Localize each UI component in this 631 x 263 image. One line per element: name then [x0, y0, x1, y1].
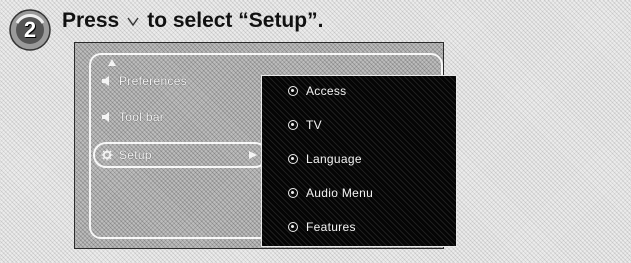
menu-item-preferences[interactable]: Preferences	[101, 70, 187, 92]
submenu-item-tv[interactable]: TV	[288, 114, 322, 136]
submenu-item-label: Audio Menu	[306, 186, 374, 200]
sound-icon	[102, 76, 109, 86]
submenu-item-access[interactable]: Access	[288, 80, 346, 102]
submenu-item-label: TV	[306, 118, 322, 132]
step-number-badge: 2	[8, 8, 52, 52]
bullet-icon	[288, 188, 298, 198]
instruction-prefix: Press	[62, 9, 120, 32]
submenu-item-label: Features	[306, 220, 356, 234]
bullet-icon	[288, 120, 298, 130]
setup-submenu-panel: Access TV Language Audio Menu Features	[261, 75, 457, 247]
submenu-item-features[interactable]: Features	[288, 216, 356, 238]
submenu-item-audio-menu[interactable]: Audio Menu	[288, 182, 373, 204]
bullet-icon	[288, 154, 298, 164]
menu-item-setup[interactable]: Setup	[101, 144, 152, 166]
menu-item-tool-bar[interactable]: Tool bar	[101, 106, 164, 128]
menu-frame: Preferences Tool bar Setup Access TV Lan…	[89, 53, 457, 247]
submenu-item-label: Language	[306, 152, 362, 166]
menu-item-label: Tool bar	[119, 110, 165, 124]
sound-icon	[102, 112, 109, 122]
bullet-icon	[288, 222, 298, 232]
bullet-icon	[288, 86, 298, 96]
gear-icon	[101, 149, 113, 161]
step-number: 2	[23, 17, 37, 42]
down-arrow-key-icon	[127, 17, 139, 27]
menu-item-label: Preferences	[119, 74, 187, 88]
tv-menu-screen: Preferences Tool bar Setup Access TV Lan…	[74, 42, 457, 249]
instruction-suffix: to select “Setup”.	[147, 9, 324, 32]
instruction-text: Press to select “Setup”.	[62, 6, 323, 36]
up-arrow-icon	[108, 59, 116, 66]
right-arrow-icon	[249, 151, 257, 159]
menu-item-label: Setup	[119, 148, 152, 162]
submenu-item-language[interactable]: Language	[288, 148, 362, 170]
submenu-item-label: Access	[306, 84, 347, 98]
